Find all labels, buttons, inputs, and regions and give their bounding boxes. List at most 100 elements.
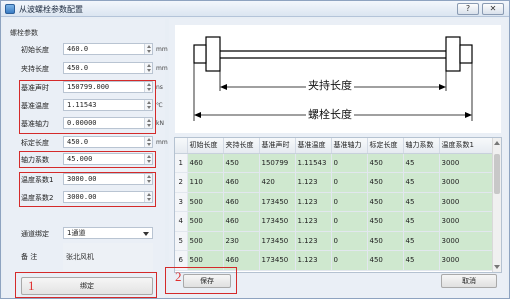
param-value: 460.0 bbox=[67, 45, 89, 53]
param-input[interactable]: 450.0 bbox=[63, 62, 153, 74]
table-cell: 45 bbox=[403, 172, 440, 193]
table-cell: 3000 bbox=[439, 153, 494, 173]
spinner-icon[interactable] bbox=[144, 63, 152, 73]
param-input[interactable]: 460.0 bbox=[63, 43, 153, 55]
step-number-2: 2 bbox=[175, 269, 182, 284]
row-index: 1 bbox=[175, 153, 188, 173]
table-cell: 1.123 bbox=[295, 211, 332, 232]
channel-label: 通道绑定 bbox=[21, 230, 49, 238]
table-cell: 450 bbox=[367, 250, 404, 271]
table-cell: 0 bbox=[331, 192, 368, 212]
scroll-up-icon[interactable] bbox=[494, 141, 500, 145]
column-header[interactable]: 夹持长度 bbox=[223, 138, 260, 154]
table-cell: 460 bbox=[223, 172, 260, 193]
bind-button[interactable]: 绑定 bbox=[21, 277, 153, 295]
column-header[interactable]: 初始长度 bbox=[187, 138, 224, 154]
table-cell: 450 bbox=[367, 153, 404, 173]
table-cell: 45 bbox=[403, 192, 440, 212]
table-cell: 45 bbox=[403, 153, 440, 173]
table-cell: 150799 bbox=[259, 153, 296, 173]
title-bar: 从波螺栓参数配置 ? ✕ bbox=[1, 1, 509, 17]
column-header[interactable]: 温度系数1 bbox=[439, 138, 494, 154]
table-cell: 0 bbox=[331, 211, 368, 232]
clamp-length-label: 夹持长度 bbox=[306, 77, 354, 93]
table-cell: 1.123 bbox=[295, 172, 332, 193]
channel-select[interactable]: 1通道 bbox=[63, 227, 153, 239]
table-cell: 1.123 bbox=[295, 250, 332, 271]
table-cell: 500 bbox=[187, 192, 224, 212]
remark-value: 张北风机 bbox=[66, 253, 94, 261]
remark-field[interactable]: 张北风机 bbox=[63, 243, 153, 271]
table-cell: 3000 bbox=[439, 192, 494, 212]
column-header[interactable] bbox=[175, 138, 188, 154]
row-index: 2 bbox=[175, 172, 188, 193]
chevron-down-icon bbox=[143, 232, 149, 236]
highlight-box-ref bbox=[19, 80, 156, 134]
table-cell: 500 bbox=[187, 211, 224, 232]
table-cell: 450 bbox=[367, 192, 404, 212]
column-header[interactable]: 标定长度 bbox=[367, 138, 404, 154]
table-cell: 173450 bbox=[259, 211, 296, 232]
table-cell: 0 bbox=[331, 172, 368, 193]
table-cell: 460 bbox=[223, 192, 260, 212]
table-row[interactable]: 5 500 230 173450 1.123 0 450 45 3000 bbox=[175, 231, 494, 251]
table-cell: 3000 bbox=[439, 211, 494, 232]
bolt-diagram: 夹持长度 螺栓长度 bbox=[175, 25, 501, 133]
table-cell: 0 bbox=[331, 153, 368, 173]
cancel-button[interactable]: 取消 bbox=[441, 274, 497, 288]
table-cell: 173450 bbox=[259, 231, 296, 251]
field-label: 标定长度 bbox=[21, 139, 49, 147]
highlight-box-temp bbox=[19, 172, 156, 207]
table-cell: 450 bbox=[367, 231, 404, 251]
column-header[interactable]: 基准声时 bbox=[259, 138, 296, 154]
help-button[interactable]: ? bbox=[457, 3, 479, 15]
unit-label: ns bbox=[156, 84, 163, 91]
save-button[interactable]: 保存 bbox=[183, 274, 231, 288]
field-label: 夹持长度 bbox=[21, 65, 49, 73]
vertical-scrollbar[interactable] bbox=[492, 138, 501, 272]
close-button[interactable]: ✕ bbox=[482, 3, 504, 15]
records-table: 初始长度 夹持长度 基准声时 基准温度 基准轴力 标定长度 轴力系数 温度系数1 1 460 45… bbox=[175, 138, 494, 271]
column-header[interactable]: 基准温度 bbox=[295, 138, 332, 154]
app-icon bbox=[5, 4, 15, 14]
param-value: 450.0 bbox=[67, 138, 89, 146]
table-cell: 450 bbox=[223, 153, 260, 173]
table-cell: 110 bbox=[187, 172, 224, 193]
right-panel: 夹持长度 螺栓长度 初始长度 夹持长度 基准声时 基准温度 基准轴力 标定长度 轴力系数 温度… bbox=[165, 19, 507, 298]
spinner-icon[interactable] bbox=[144, 137, 152, 147]
table-cell: 0 bbox=[331, 250, 368, 271]
bolt-records-table[interactable]: 初始长度 夹持长度 基准声时 基准温度 基准轴力 标定长度 轴力系数 温度系数1 1 460 45… bbox=[174, 137, 502, 273]
bolt-params-panel: 螺栓参数 初始长度 460.0 mm 夹持长度 450.0 mm 基准声时 150799.00… bbox=[3, 19, 168, 298]
table-cell: 230 bbox=[223, 231, 260, 251]
table-cell: 3000 bbox=[439, 172, 494, 193]
table-cell: 173450 bbox=[259, 192, 296, 212]
param-value: 450.0 bbox=[67, 64, 89, 72]
table-cell: 45 bbox=[403, 231, 440, 251]
scroll-down-icon[interactable] bbox=[494, 265, 500, 269]
unit-label: kN bbox=[156, 120, 164, 127]
spinner-icon[interactable] bbox=[144, 44, 152, 54]
column-header[interactable]: 轴力系数 bbox=[403, 138, 440, 154]
table-cell: 173450 bbox=[259, 250, 296, 271]
table-cell: 460 bbox=[187, 153, 224, 173]
column-header[interactable]: 基准轴力 bbox=[331, 138, 368, 154]
table-row[interactable]: 3 500 460 173450 1.123 0 450 45 3000 bbox=[175, 192, 494, 212]
table-body: 1 460 450 150799 1.11543 0 450 45 3000 2 110 460 420… bbox=[175, 153, 494, 271]
unit-label: mm bbox=[156, 46, 168, 53]
group-title: 螺栓参数 bbox=[10, 29, 38, 37]
table-cell: 3000 bbox=[439, 250, 494, 271]
field-label: 初始长度 bbox=[21, 46, 49, 54]
highlight-box-axial bbox=[19, 151, 156, 168]
table-row[interactable]: 4 500 460 173450 1.123 0 450 45 3000 bbox=[175, 211, 494, 232]
table-cell: 460 bbox=[223, 211, 260, 232]
row-index: 5 bbox=[175, 231, 188, 251]
table-cell: 450 bbox=[367, 172, 404, 193]
param-input[interactable]: 450.0 bbox=[63, 136, 153, 148]
unit-label: mm bbox=[156, 65, 168, 72]
table-cell: 3000 bbox=[439, 231, 494, 251]
table-row[interactable]: 1 460 450 150799 1.11543 0 450 45 3000 bbox=[175, 153, 494, 173]
table-header: 初始长度 夹持长度 基准声时 基准温度 基准轴力 标定长度 轴力系数 温度系数1 bbox=[175, 138, 494, 154]
scrollbar-thumb[interactable] bbox=[494, 154, 500, 194]
unit-label: ℃ bbox=[156, 102, 163, 109]
table-row[interactable]: 2 110 460 420 1.123 0 450 45 3000 bbox=[175, 172, 494, 193]
